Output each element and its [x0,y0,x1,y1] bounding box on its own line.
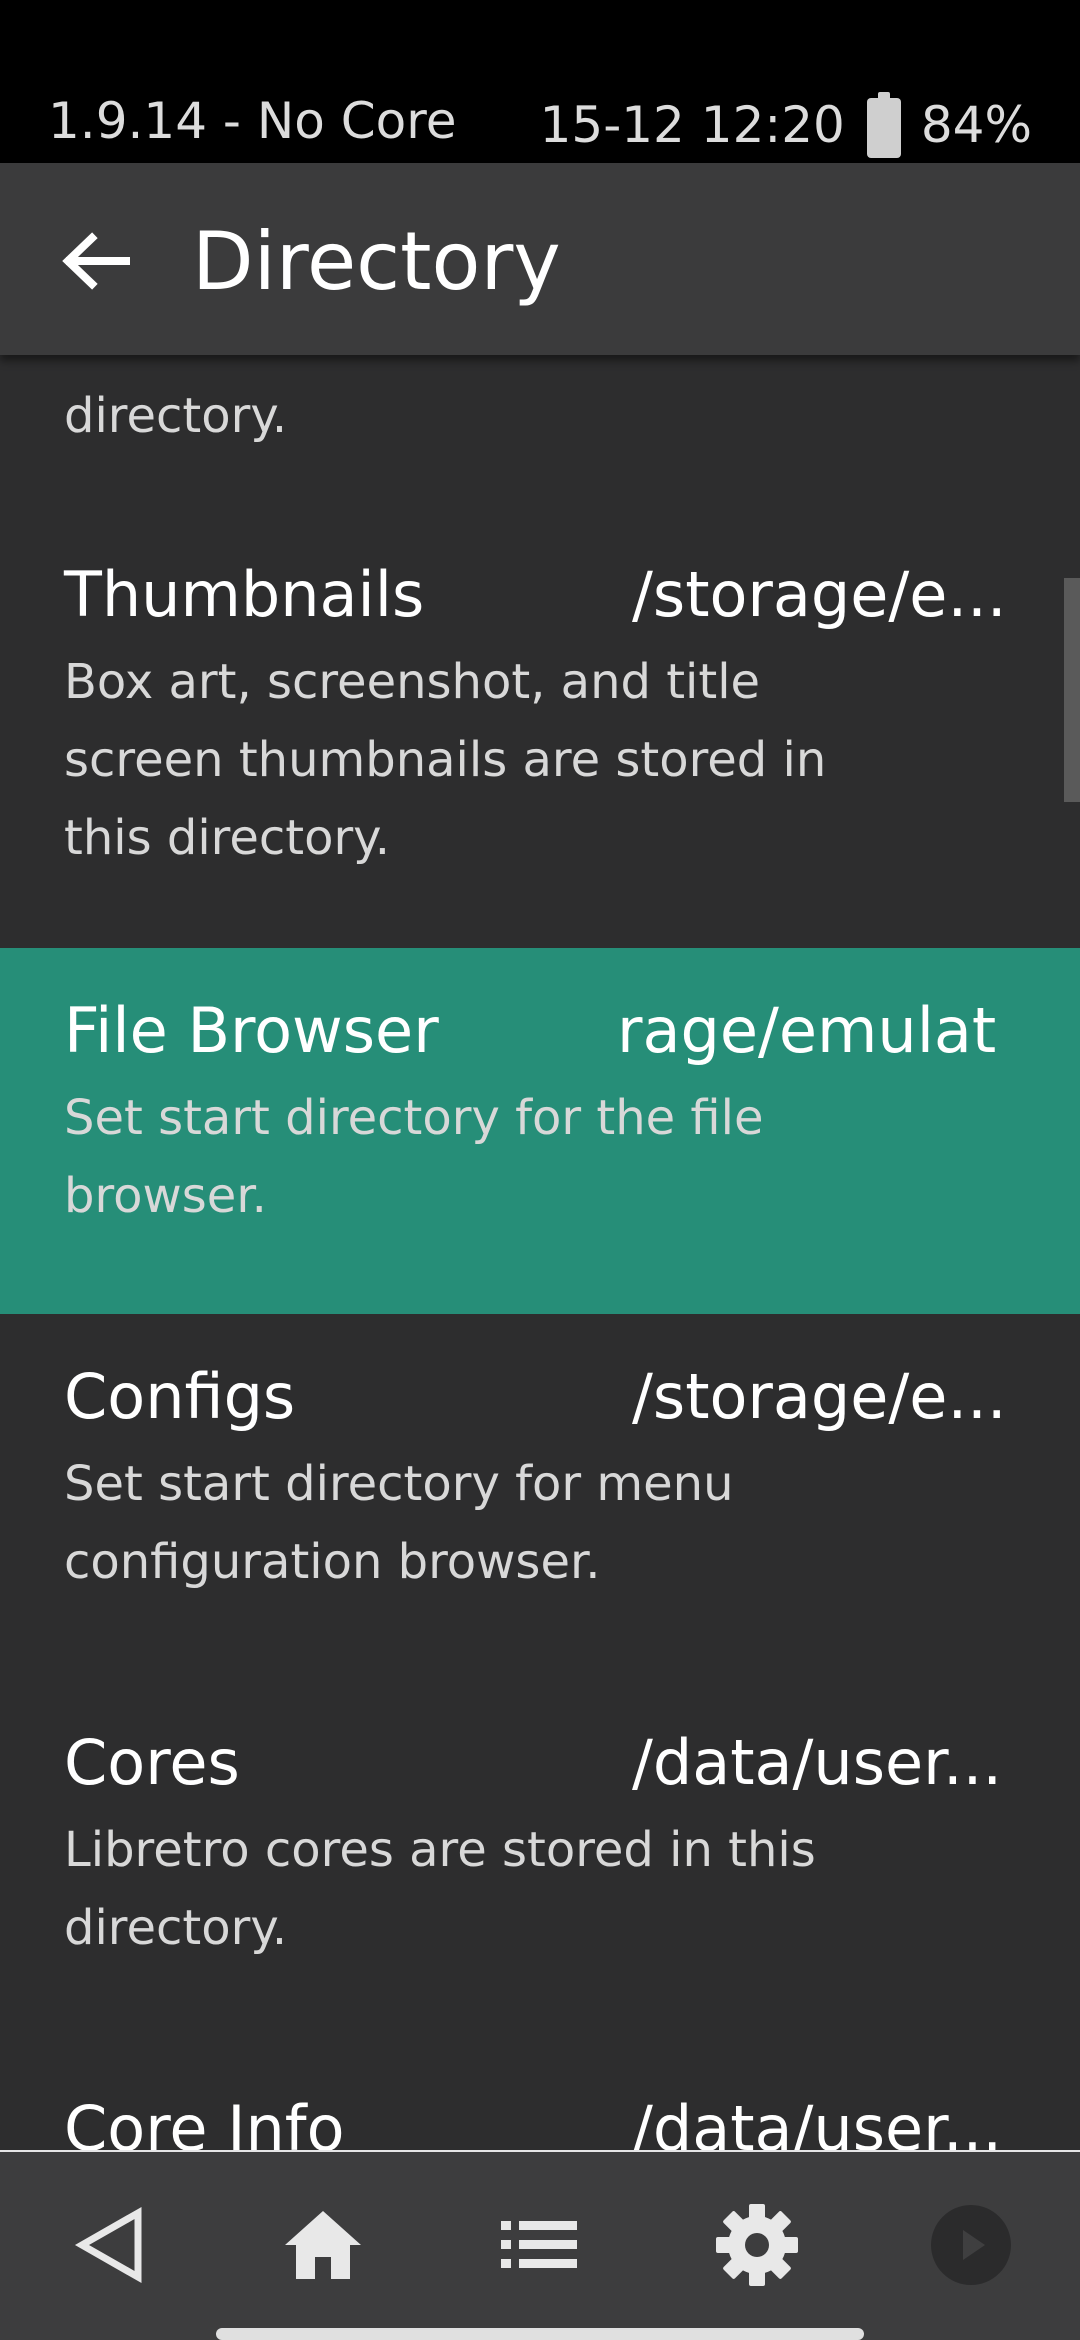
settings-list[interactable]: directory. Thumbnails /storage/e... Box … [0,355,1080,2150]
battery-icon [866,92,901,158]
back-triangle-icon[interactable] [55,2190,165,2300]
setting-title: Configs [64,1360,296,1433]
battery-percent: 84% [920,96,1032,154]
gesture-bar[interactable] [216,2328,864,2340]
setting-description: Box art, screenshot, and title screen th… [64,654,827,866]
status-right: 15-12 12:20 84% [540,92,1032,158]
setting-value: /storage/e... [632,1360,1007,1433]
setting-description: Set start directory for the file browser… [64,1090,764,1224]
status-core-text: 1.9.14 - No Core [48,92,457,150]
setting-value: /data/user... [632,1726,1003,1799]
previous-item-description: directory. [64,388,288,444]
setting-value: rage/emulat [617,994,997,1067]
setting-item-file-browser[interactable]: File Browser rage/emulat Set start direc… [0,948,1080,1314]
scrollbar-thumb[interactable] [1064,578,1080,802]
setting-description: Libretro cores are stored in this direct… [64,1822,816,1956]
setting-title: Thumbnails [64,558,425,631]
setting-value: /storage/e... [632,558,1007,631]
app-bar: Directory [0,163,1080,355]
home-icon[interactable] [268,2190,378,2300]
page-title: Directory [192,215,561,308]
setting-title: Cores [64,1726,240,1799]
setting-item-cores[interactable]: Cores /data/user... Libretro cores are s… [0,1680,1080,2046]
arrow-left-icon[interactable] [56,221,136,301]
setting-item-core-info[interactable]: Core Info /data/user... [0,2046,1080,2150]
play-icon[interactable] [916,2190,1026,2300]
setting-item-thumbnails[interactable]: Thumbnails /storage/e... Box art, screen… [0,540,1080,950]
gear-icon[interactable] [702,2190,812,2300]
setting-value: /data/user... [632,2092,1003,2150]
setting-description: Set start directory for menu configurati… [64,1456,734,1590]
setting-title: Core Info [64,2092,345,2150]
status-time: 15-12 12:20 [539,96,845,154]
status-bar: 1.9.14 - No Core 15-12 12:20 84% [0,0,1080,163]
bottom-nav [0,2150,1080,2340]
setting-item-configs[interactable]: Configs /storage/e... Set start director… [0,1314,1080,1680]
list-icon[interactable] [484,2190,594,2300]
setting-title: File Browser [64,994,439,1067]
